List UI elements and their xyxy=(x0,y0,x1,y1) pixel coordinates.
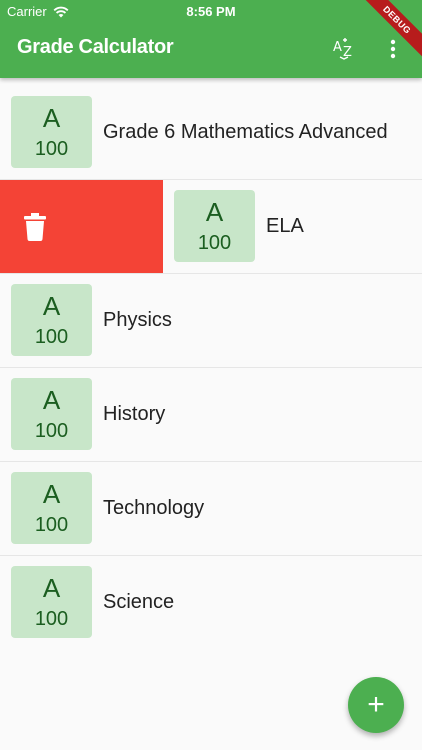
course-row[interactable]: A 100 Technology xyxy=(0,462,422,556)
course-name: Science xyxy=(103,591,175,613)
grade-letter: A xyxy=(42,291,61,321)
grade-score: 100 xyxy=(34,514,69,536)
page-title: Grade Calculator xyxy=(17,36,174,58)
grade-badge: A 100 xyxy=(11,378,92,450)
course-row-content[interactable]: A 100 ELA xyxy=(163,180,422,273)
add-course-button[interactable]: + xyxy=(348,677,404,733)
status-bar: Carrier 8:56 PM xyxy=(0,0,422,22)
grade-score: 100 xyxy=(34,608,69,630)
course-row-content[interactable]: A 100 Science xyxy=(0,556,422,649)
sort-az-icon: A Z xyxy=(333,38,352,60)
add-icon: + xyxy=(367,688,385,721)
grade-letter: A xyxy=(42,479,61,509)
course-row[interactable]: A 100 Grade 6 Mathematics Advanced xyxy=(0,86,422,180)
grade-letter: A xyxy=(42,103,61,133)
grade-letter: A xyxy=(42,573,61,603)
grade-badge: A 100 xyxy=(11,96,92,168)
more-vert-icon xyxy=(390,39,396,59)
svg-text:A: A xyxy=(333,40,342,55)
course-row[interactable]: A 100 ELA xyxy=(0,180,422,274)
course-row-content[interactable]: A 100 Technology xyxy=(0,462,422,555)
course-name: Technology xyxy=(103,497,205,519)
course-row[interactable]: A 100 Science xyxy=(0,556,422,650)
grade-letter: A xyxy=(205,197,224,227)
grade-score: 100 xyxy=(197,232,232,254)
course-row[interactable]: A 100 Physics xyxy=(0,274,422,368)
app-bar: Carrier 8:56 PM Grade Calculator A Z xyxy=(0,0,422,78)
status-time: 8:56 PM xyxy=(186,4,236,19)
course-row-content[interactable]: A 100 Physics xyxy=(0,274,422,367)
grade-score: 100 xyxy=(34,420,69,442)
sort-button[interactable]: A Z xyxy=(328,34,360,64)
course-row-content[interactable]: A 100 History xyxy=(0,368,422,461)
course-name: ELA xyxy=(266,215,304,237)
course-name: Physics xyxy=(103,309,172,331)
course-row-content[interactable]: A 100 Grade 6 Mathematics Advanced xyxy=(0,86,422,179)
grade-score: 100 xyxy=(34,326,69,348)
grade-badge: A 100 xyxy=(11,472,92,544)
grade-badge: A 100 xyxy=(11,284,92,356)
course-list: A 100 Grade 6 Mathematics Advanced A 100… xyxy=(0,86,422,650)
course-name: History xyxy=(103,403,166,425)
grade-letter: A xyxy=(42,385,61,415)
grade-badge: A 100 xyxy=(174,190,255,262)
trash-icon xyxy=(24,212,46,241)
delete-action[interactable] xyxy=(0,180,163,273)
grade-score: 100 xyxy=(34,138,69,160)
course-name: Grade 6 Mathematics Advanced xyxy=(103,121,388,143)
grade-badge: A 100 xyxy=(11,566,92,638)
course-row[interactable]: A 100 History xyxy=(0,368,422,462)
